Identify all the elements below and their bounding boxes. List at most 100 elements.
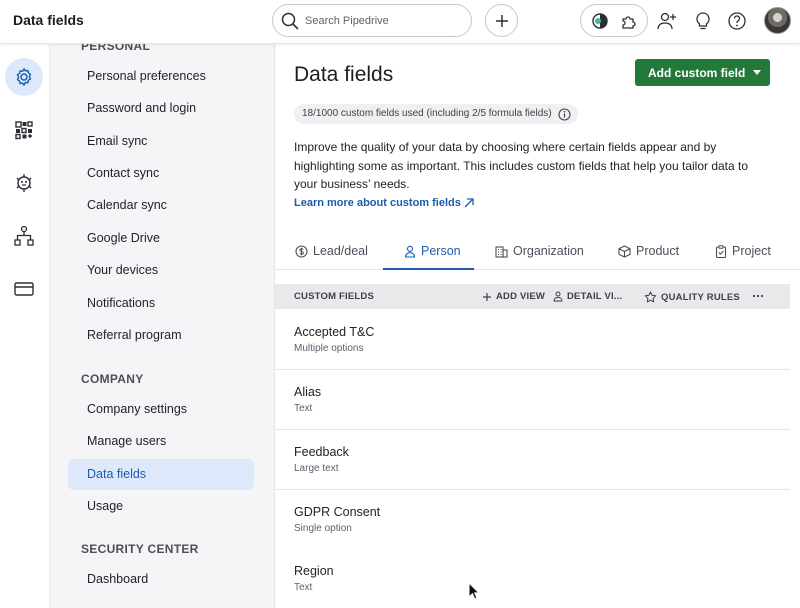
- search-input[interactable]: [305, 14, 455, 27]
- field-row[interactable]: Alias Text: [275, 370, 790, 430]
- tab-label: Organization: [513, 244, 584, 258]
- top-bar: Data fields: [0, 0, 800, 44]
- page-title: Data fields: [294, 63, 394, 86]
- sidebar-item-notifications[interactable]: Notifications: [68, 288, 254, 319]
- learn-more-link[interactable]: Learn more about custom fields: [294, 197, 474, 209]
- field-name: Alias: [294, 385, 322, 399]
- sidebar-item-data-fields[interactable]: Data fields: [68, 459, 254, 490]
- lightbulb-icon[interactable]: [691, 9, 715, 33]
- tab-project[interactable]: Project: [715, 232, 771, 270]
- section-label-personal: PERSONAL: [81, 44, 151, 53]
- credit-card-icon: [14, 282, 34, 296]
- custom-fields-title: CUSTOM FIELDS: [294, 291, 374, 302]
- sidebar-item-email-sync[interactable]: Email sync: [68, 126, 254, 157]
- rail-apps[interactable]: [5, 111, 43, 149]
- puzzle-icon[interactable]: [620, 12, 638, 30]
- detail-view-button[interactable]: DETAIL VI...: [553, 291, 622, 302]
- gear-icon: [16, 68, 32, 86]
- rail-ai[interactable]: [5, 164, 43, 202]
- field-name: Feedback: [294, 445, 349, 459]
- tab-product[interactable]: Product: [618, 232, 679, 270]
- sidebar-item-usage[interactable]: Usage: [68, 491, 254, 522]
- tab-label: Person: [421, 244, 461, 258]
- field-row[interactable]: Feedback Large text: [275, 430, 790, 490]
- add-custom-field-label: Add custom field: [648, 65, 746, 80]
- sidebar-item-company-settings[interactable]: Company settings: [68, 394, 254, 425]
- grid-apps-icon: [15, 121, 33, 140]
- page-description: Improve the quality of your data by choo…: [294, 140, 749, 191]
- field-row[interactable]: Accepted T&C Multiple options: [275, 310, 790, 370]
- field-row[interactable]: GDPR Consent Single option: [275, 490, 790, 550]
- field-type: Single option: [294, 523, 352, 534]
- add-view-label: ADD VIEW: [496, 291, 546, 302]
- plus-icon: [495, 14, 508, 27]
- field-row[interactable]: Region Text: [275, 549, 790, 608]
- rail-settings[interactable]: [5, 58, 43, 96]
- quality-rules-label: QUALITY RULES: [661, 291, 740, 303]
- field-type: Multiple options: [294, 343, 364, 354]
- hierarchy-icon: [14, 225, 34, 246]
- rail-billing[interactable]: [5, 270, 43, 308]
- rail-org-chart[interactable]: [5, 217, 43, 255]
- clipboard-icon: [715, 244, 727, 258]
- sidebar-item-google-drive[interactable]: Google Drive: [68, 223, 254, 254]
- icon-rail: [0, 44, 50, 608]
- custom-fields-header: CUSTOM FIELDS ADD VIEW DETAIL VI... QUAL…: [275, 284, 790, 309]
- sales-assistant-icon[interactable]: [591, 12, 609, 30]
- field-type: Text: [294, 403, 313, 414]
- add-view-button[interactable]: ADD VIEW: [482, 291, 545, 302]
- caret-down-icon[interactable]: [753, 70, 761, 75]
- sidebar-item-contact-sync[interactable]: Contact sync: [68, 158, 254, 189]
- section-label-company: COMPANY: [81, 372, 144, 386]
- sidebar-item-referral-program[interactable]: Referral program: [68, 320, 254, 351]
- box-icon: [618, 244, 631, 258]
- person-icon: [553, 291, 563, 302]
- sidebar-item-password-and-login[interactable]: Password and login: [68, 93, 254, 124]
- quality-rules-button[interactable]: QUALITY RULES: [644, 291, 740, 303]
- tab-organization[interactable]: Organization: [495, 232, 584, 270]
- field-name: GDPR Consent: [294, 505, 381, 519]
- dollar-icon: [295, 244, 308, 258]
- detail-view-label: DETAIL VI...: [567, 291, 623, 302]
- user-avatar[interactable]: [764, 7, 791, 34]
- sidebar-item-your-devices[interactable]: Your devices: [68, 255, 254, 286]
- more-options-icon[interactable]: [751, 289, 769, 303]
- usage-badge-text: 18/1000 custom fields used (including 2/…: [302, 108, 552, 119]
- plus-icon: [483, 292, 491, 301]
- field-type: Text: [294, 582, 313, 593]
- main-content: Data fields Add custom field 18/1000 cus…: [275, 44, 800, 608]
- external-arrow-icon: [464, 198, 474, 208]
- learn-more-label: Learn more about custom fields: [294, 197, 461, 209]
- sidebar-item-dashboard[interactable]: Dashboard: [68, 564, 254, 595]
- person-icon: [404, 245, 416, 258]
- sidebar-item-manage-users[interactable]: Manage users: [68, 426, 254, 457]
- mouse-cursor-icon: [468, 582, 480, 600]
- section-label-security-center: SECURITY CENTER: [81, 542, 199, 556]
- star-icon: [644, 291, 657, 303]
- info-icon[interactable]: [558, 108, 571, 121]
- usage-badge: 18/1000 custom fields used (including 2/…: [294, 104, 578, 124]
- active-tab-indicator: [383, 268, 474, 270]
- sidebar-item-personal-preferences[interactable]: Personal preferences: [68, 61, 254, 92]
- sidebar-item-calendar-sync[interactable]: Calendar sync: [68, 190, 254, 221]
- settings-sidebar: PERSONAL Personal preferences Password a…: [50, 44, 275, 608]
- tab-label: Lead/deal: [313, 244, 368, 258]
- quick-add-button[interactable]: [485, 4, 518, 37]
- custom-fields-title-text: CUSTOM FIELDS: [294, 291, 375, 302]
- building-icon: [495, 245, 508, 258]
- help-icon[interactable]: [725, 9, 749, 33]
- tab-lead-deal[interactable]: Lead/deal: [295, 232, 368, 270]
- field-name: Region: [294, 564, 334, 578]
- app-extensions-group: [580, 4, 648, 37]
- field-name: Accepted T&C: [294, 325, 375, 339]
- search-box[interactable]: [272, 4, 472, 37]
- entity-tabs: Lead/deal Person Organization Product Pr…: [275, 232, 800, 270]
- tab-person[interactable]: Person: [404, 232, 461, 270]
- add-custom-field-button[interactable]: Add custom field: [635, 59, 770, 86]
- app-title: Data fields: [13, 12, 84, 28]
- search-icon: [281, 12, 299, 30]
- tab-label: Project: [732, 244, 771, 258]
- tab-label: Product: [636, 244, 680, 258]
- invite-users-icon[interactable]: [655, 9, 679, 33]
- brain-icon: [16, 174, 32, 192]
